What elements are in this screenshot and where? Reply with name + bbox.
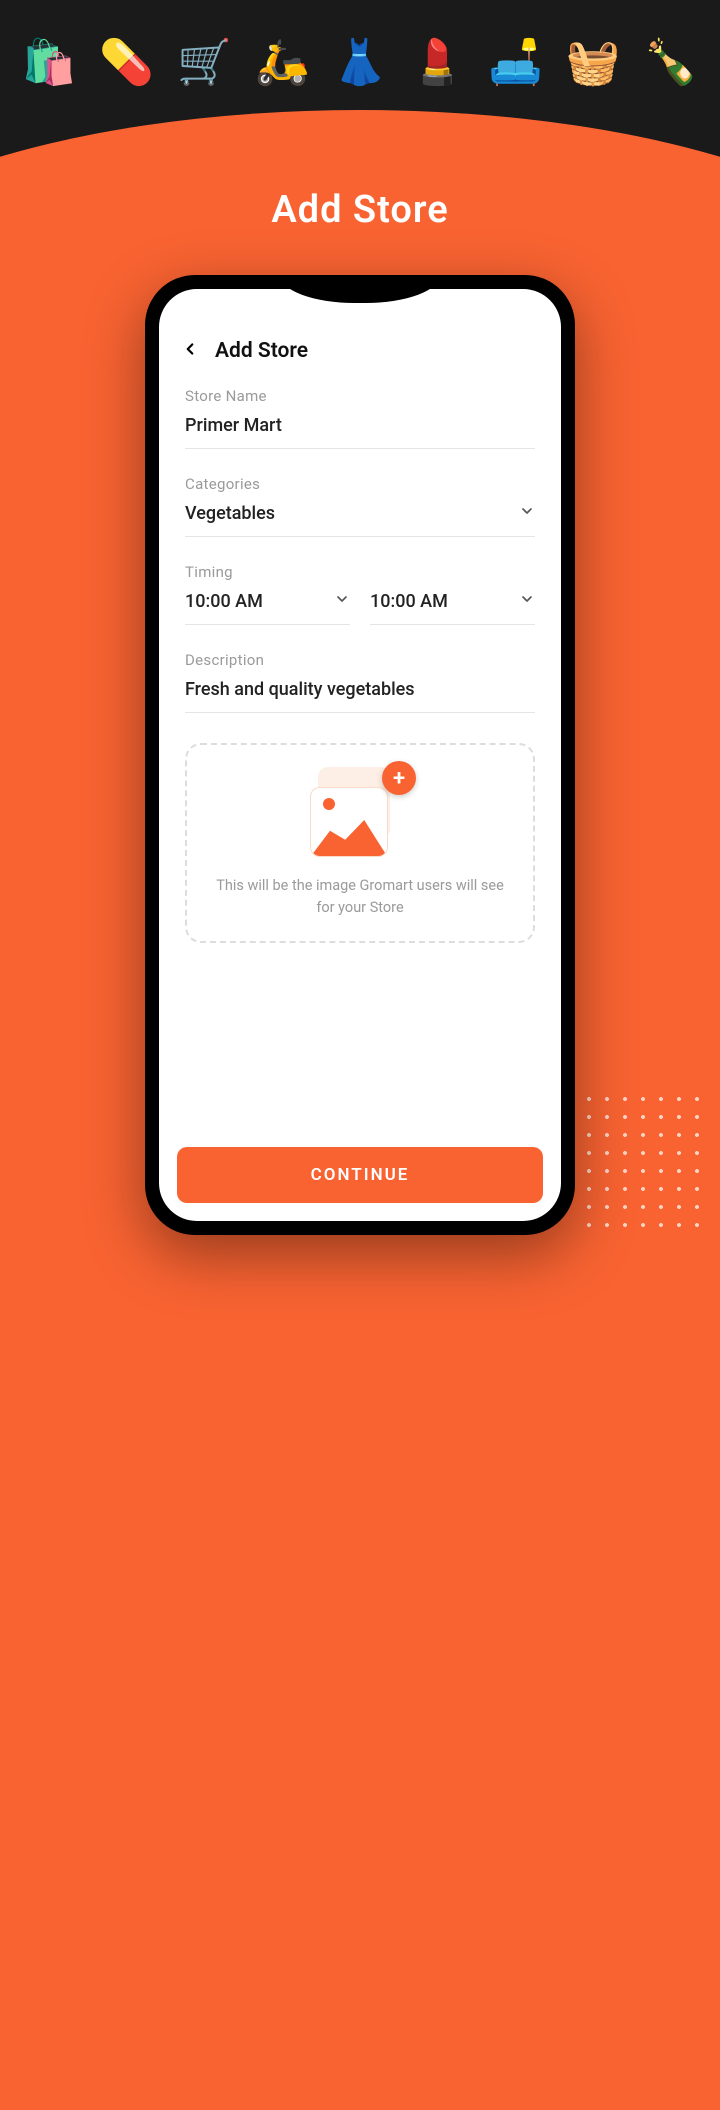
description-label: Description [185,651,535,669]
wine-bottle-icon: 🍾 [644,40,699,84]
app-screen: Add Store Store Name Primer Mart Categor… [159,289,561,1221]
shopping-cart-icon: 🛒 [177,40,232,84]
categories-label: Categories [185,475,535,493]
flower-basket-icon: 🧺 [566,40,621,84]
open-time-select[interactable]: 10:00 AM [185,591,350,625]
description-value[interactable]: Fresh and quality vegetables [185,679,535,713]
description-field[interactable]: Description Fresh and quality vegetables [185,651,535,713]
furniture-icon: 🛋️ [488,40,543,84]
add-store-form: Store Name Primer Mart Categories Vegeta… [159,373,561,1147]
fashion-icon: 👗 [333,40,388,84]
upload-hint-text: This will be the image Gromart users wil… [207,875,513,919]
screen-title: Add Store [215,339,308,363]
chevron-down-icon [519,503,535,524]
plus-icon[interactable]: + [382,761,416,795]
store-name-field[interactable]: Store Name Primer Mart [185,387,535,449]
categories-field[interactable]: Categories Vegetables [185,475,535,537]
back-arrow-icon[interactable] [181,340,199,362]
timing-label: Timing [185,563,535,581]
image-upload-box[interactable]: + This will be the image Gromart users w… [185,743,535,943]
store-name-value[interactable]: Primer Mart [185,415,535,449]
timing-field: Timing 10:00 AM 10:00 AM [185,563,535,625]
dot-pattern-decoration [580,1090,700,1240]
category-icon-row: 🛍️ 💊 🛒 🛵 👗 💄 🛋️ 🧺 🍾 [0,40,720,84]
continue-button[interactable]: CONTINUE [177,1147,543,1203]
phone-frame: Add Store Store Name Primer Mart Categor… [145,275,575,1235]
chevron-down-icon [334,591,350,612]
close-time-select[interactable]: 10:00 AM [370,591,535,625]
store-name-label: Store Name [185,387,535,405]
grocery-bag-icon: 🛍️ [21,40,76,84]
delivery-scooter-icon: 🛵 [255,40,310,84]
cosmetics-icon: 💄 [410,40,465,84]
chevron-down-icon [519,591,535,612]
image-placeholder-icon: + [310,767,410,857]
medicine-icon: 💊 [99,40,154,84]
categories-value[interactable]: Vegetables [185,503,535,537]
page-title: Add Store [0,188,720,232]
